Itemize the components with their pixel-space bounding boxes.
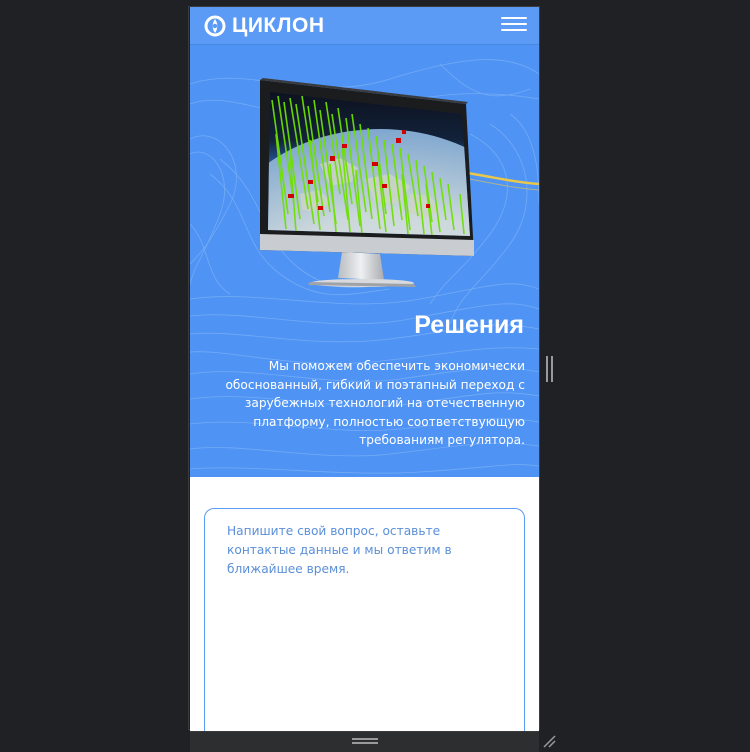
- monitor-globe-illustration: [260, 78, 474, 287]
- drag-handle-icon[interactable]: [352, 738, 378, 746]
- cyclone-logo-icon: [204, 15, 226, 37]
- site-header: ЦИКЛОН: [190, 7, 539, 44]
- logo-link[interactable]: ЦИКЛОН: [204, 15, 325, 37]
- contact-form-section: [190, 477, 539, 731]
- devtools-left-pane: [0, 0, 190, 752]
- hero-section: Решения Мы поможем обеспечить экономичес…: [190, 44, 539, 477]
- resize-corner-icon[interactable]: [541, 733, 557, 749]
- message-textarea[interactable]: [204, 508, 525, 731]
- hamburger-menu-icon[interactable]: [501, 13, 527, 37]
- drag-handle-icon[interactable]: [546, 356, 554, 382]
- hero-title: Решения: [414, 311, 524, 339]
- hero-description: Мы поможем обеспечить экономически обосн…: [225, 359, 525, 447]
- devtools-right-pane: [540, 0, 750, 752]
- logo-text: ЦИКЛОН: [232, 14, 325, 37]
- mobile-viewport: ЦИКЛОН Решения Мы поможем обеспечить эко…: [190, 7, 539, 731]
- devtools-bottom-bar: [190, 731, 539, 752]
